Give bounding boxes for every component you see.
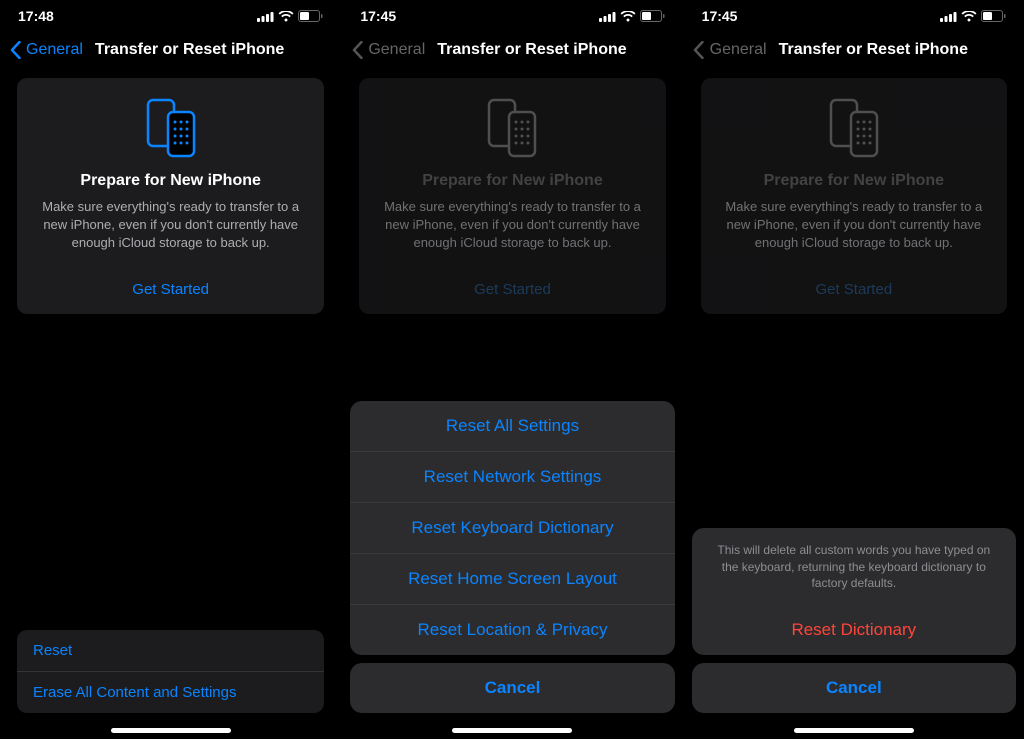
transfer-devices-icon — [373, 98, 651, 158]
back-chevron-icon — [350, 40, 364, 60]
home-indicator[interactable] — [452, 728, 572, 733]
status-icons — [257, 10, 323, 22]
reset-keyboard-dictionary-button[interactable]: Reset Keyboard Dictionary — [350, 502, 674, 553]
cellular-icon — [599, 11, 616, 22]
home-indicator[interactable] — [111, 728, 231, 733]
card-body: Make sure everything's ready to transfer… — [373, 198, 651, 253]
wifi-icon — [278, 11, 294, 22]
screen-1: 17:48 General Transfer or Reset iPhone P… — [0, 0, 341, 739]
back-button[interactable]: General — [26, 41, 83, 59]
cellular-icon — [940, 11, 957, 22]
reset-list: Reset Erase All Content and Settings — [17, 630, 324, 713]
status-bar: 17:45 — [684, 6, 1024, 26]
battery-icon — [640, 10, 665, 22]
card-title: Prepare for New iPhone — [715, 172, 993, 190]
status-time: 17:48 — [18, 8, 54, 24]
home-indicator[interactable] — [794, 728, 914, 733]
status-icons — [599, 10, 665, 22]
cellular-icon — [257, 11, 274, 22]
battery-icon — [981, 10, 1006, 22]
page-title: Transfer or Reset iPhone — [95, 41, 284, 59]
reset-dictionary-button[interactable]: Reset Dictionary — [692, 605, 1016, 655]
erase-all-row[interactable]: Erase All Content and Settings — [17, 671, 324, 713]
confirm-action-sheet: This will delete all custom words you ha… — [692, 528, 1016, 713]
nav-header: General Transfer or Reset iPhone — [684, 26, 1024, 70]
nav-header: General Transfer or Reset iPhone — [0, 26, 341, 70]
reset-action-sheet: Reset All Settings Reset Network Setting… — [350, 401, 674, 713]
prepare-card: Prepare for New iPhone Make sure everyth… — [359, 78, 665, 314]
status-icons — [940, 10, 1006, 22]
card-body: Make sure everything's ready to transfer… — [715, 198, 993, 253]
reset-all-settings-button[interactable]: Reset All Settings — [350, 401, 674, 451]
card-body: Make sure everything's ready to transfer… — [31, 198, 310, 253]
card-title: Prepare for New iPhone — [373, 172, 651, 190]
get-started-button: Get Started — [715, 281, 993, 298]
confirm-message: This will delete all custom words you ha… — [692, 528, 1016, 605]
battery-icon — [298, 10, 323, 22]
get-started-button: Get Started — [373, 281, 651, 298]
reset-home-screen-layout-button[interactable]: Reset Home Screen Layout — [350, 553, 674, 604]
back-chevron-icon — [692, 40, 706, 60]
reset-network-settings-button[interactable]: Reset Network Settings — [350, 451, 674, 502]
prepare-card: Prepare for New iPhone Make sure everyth… — [17, 78, 324, 314]
card-title: Prepare for New iPhone — [31, 172, 310, 190]
status-bar: 17:45 — [342, 6, 682, 26]
screen-2: 17:45 General Transfer or Reset iPhone P… — [341, 0, 682, 739]
page-title: Transfer or Reset iPhone — [437, 41, 626, 59]
screen-3: 17:45 General Transfer or Reset iPhone P… — [683, 0, 1024, 739]
get-started-button[interactable]: Get Started — [31, 281, 310, 298]
cancel-button[interactable]: Cancel — [350, 663, 674, 713]
back-chevron-icon[interactable] — [8, 40, 22, 60]
nav-header: General Transfer or Reset iPhone — [342, 26, 682, 70]
status-time: 17:45 — [702, 8, 738, 24]
wifi-icon — [620, 11, 636, 22]
back-button: General — [368, 41, 425, 59]
status-bar: 17:48 — [0, 6, 341, 26]
wifi-icon — [961, 11, 977, 22]
cancel-button[interactable]: Cancel — [692, 663, 1016, 713]
transfer-devices-icon — [31, 98, 310, 158]
reset-row[interactable]: Reset — [17, 630, 324, 671]
reset-location-privacy-button[interactable]: Reset Location & Privacy — [350, 604, 674, 655]
transfer-devices-icon — [715, 98, 993, 158]
back-button: General — [710, 41, 767, 59]
prepare-card: Prepare for New iPhone Make sure everyth… — [701, 78, 1007, 314]
page-title: Transfer or Reset iPhone — [779, 41, 968, 59]
status-time: 17:45 — [360, 8, 396, 24]
